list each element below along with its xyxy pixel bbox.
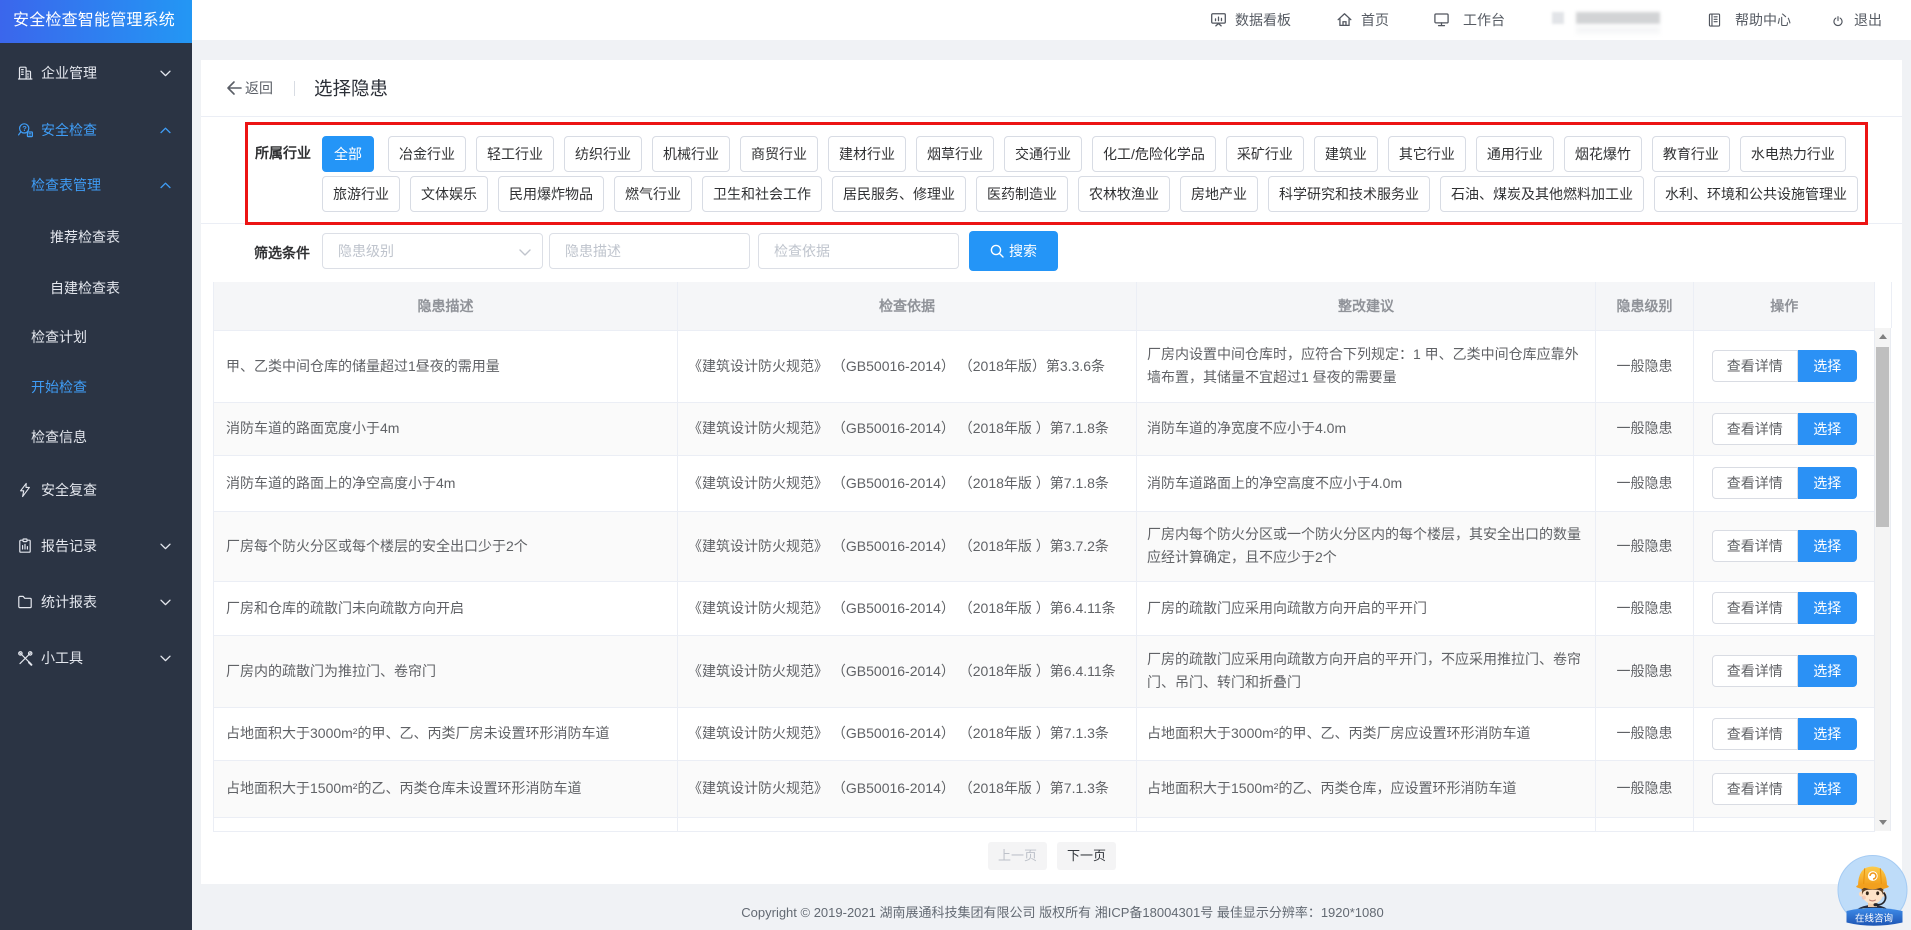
svg-text:?: ? <box>22 124 27 133</box>
